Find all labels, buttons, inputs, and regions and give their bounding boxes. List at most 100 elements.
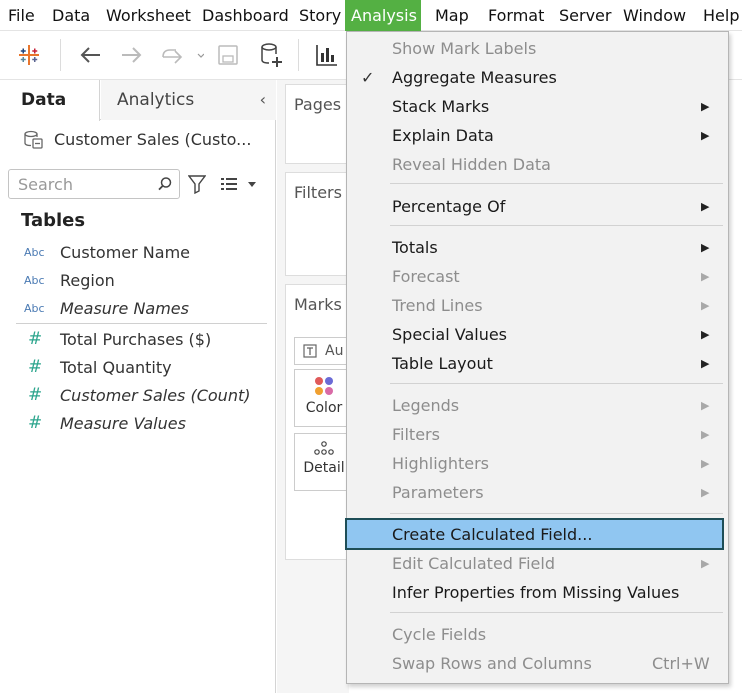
dimension-type-icon: Abc bbox=[24, 301, 45, 315]
menu-item-table-layout[interactable]: Table Layout ▶ bbox=[347, 349, 728, 378]
menu-item-label: Totals bbox=[392, 238, 438, 257]
field-label: Region bbox=[60, 270, 115, 290]
menu-item-stack-marks[interactable]: Stack Marks ▶ bbox=[347, 92, 728, 121]
pages-card: Pages bbox=[285, 84, 349, 164]
pane-tabs: Data Analytics ‹ bbox=[0, 80, 276, 121]
data-source-icon bbox=[24, 130, 43, 149]
measure-type-icon: # bbox=[28, 357, 43, 377]
menu-data[interactable]: Data bbox=[46, 0, 96, 31]
mark-type-dropdown[interactable]: Au bbox=[294, 337, 354, 365]
submenu-arrow-icon: ▶ bbox=[701, 129, 710, 142]
submenu-arrow-icon: ▶ bbox=[701, 100, 710, 113]
menu-analysis[interactable]: Analysis bbox=[345, 0, 421, 31]
search-input[interactable] bbox=[9, 170, 149, 198]
field-region[interactable]: Abc Region bbox=[24, 267, 115, 293]
menu-item-trend-lines[interactable]: Trend Lines ▶ bbox=[347, 291, 728, 320]
menu-item-highlighters[interactable]: Highlighters ▶ bbox=[347, 449, 728, 478]
menu-item-forecast[interactable]: Forecast ▶ bbox=[347, 262, 728, 291]
field-measure-names[interactable]: Abc Measure Names bbox=[24, 295, 189, 321]
data-source[interactable]: Customer Sales (Custo... bbox=[22, 126, 251, 152]
menu-item-totals[interactable]: Totals ▶ bbox=[347, 233, 728, 262]
tab-data[interactable]: Data bbox=[0, 80, 100, 121]
menu-item-label: Parameters bbox=[392, 483, 484, 502]
shortcut-label: Ctrl+W bbox=[652, 654, 710, 673]
search-icon[interactable] bbox=[157, 176, 173, 192]
field-total-purchases[interactable]: # Total Purchases ($) bbox=[24, 326, 211, 352]
submenu-arrow-icon: ▶ bbox=[701, 428, 710, 441]
chart-icon[interactable] bbox=[312, 41, 342, 69]
menu-item-explain-data[interactable]: Explain Data ▶ bbox=[347, 121, 728, 150]
menu-item-infer-properties[interactable]: Infer Properties from Missing Values bbox=[347, 578, 728, 607]
menu-format[interactable]: Format bbox=[482, 0, 550, 31]
filters-title: Filters bbox=[294, 183, 342, 202]
submenu-arrow-icon: ▶ bbox=[701, 557, 710, 570]
collapse-pane-icon[interactable]: ‹ bbox=[260, 80, 266, 120]
menu-item-swap-rows-columns[interactable]: Swap Rows and Columns Ctrl+W bbox=[347, 649, 728, 678]
menu-item-label: Cycle Fields bbox=[392, 625, 487, 644]
menu-server[interactable]: Server bbox=[553, 0, 617, 31]
shelves-column: Pages Filters Marks Au Color Detail bbox=[277, 80, 354, 693]
field-label: Total Purchases ($) bbox=[60, 329, 212, 349]
menu-item-label: Filters bbox=[392, 425, 440, 444]
menu-item-filters[interactable]: Filters ▶ bbox=[347, 420, 728, 449]
menu-item-aggregate-measures[interactable]: ✓ Aggregate Measures bbox=[347, 63, 728, 92]
menu-item-legends[interactable]: Legends ▶ bbox=[347, 391, 728, 420]
menu-item-label: Create Calculated Field... bbox=[392, 525, 593, 544]
field-measure-values[interactable]: # Measure Values bbox=[24, 410, 186, 436]
menu-item-special-values[interactable]: Special Values ▶ bbox=[347, 320, 728, 349]
menu-map[interactable]: Map bbox=[429, 0, 475, 31]
analysis-menu: Show Mark Labels ✓ Aggregate Measures St… bbox=[345, 31, 729, 684]
field-label: Measure Names bbox=[60, 298, 189, 318]
tab-analytics[interactable]: Analytics ‹ bbox=[101, 80, 276, 120]
menu-help[interactable]: Help bbox=[697, 0, 742, 31]
color-button[interactable]: Color bbox=[294, 369, 354, 427]
menu-dashboard[interactable]: Dashboard bbox=[196, 0, 295, 31]
menu-item-create-calculated-field[interactable]: Create Calculated Field... bbox=[345, 518, 724, 550]
menu-separator bbox=[390, 513, 723, 514]
menu-item-show-mark-labels[interactable]: Show Mark Labels bbox=[347, 34, 728, 63]
menu-item-label: Aggregate Measures bbox=[392, 68, 557, 87]
menu-separator bbox=[390, 383, 723, 384]
detail-button[interactable]: Detail bbox=[294, 433, 354, 491]
filters-card[interactable]: Filters bbox=[285, 172, 349, 276]
filter-icon[interactable] bbox=[188, 174, 206, 194]
menu-item-label: Table Layout bbox=[392, 354, 493, 373]
dimension-type-icon: Abc bbox=[24, 273, 45, 287]
field-total-quantity[interactable]: # Total Quantity bbox=[24, 354, 172, 380]
list-view-icon[interactable] bbox=[220, 176, 258, 192]
submenu-arrow-icon: ▶ bbox=[701, 486, 710, 499]
menu-window[interactable]: Window bbox=[617, 0, 692, 31]
menu-file[interactable]: File bbox=[2, 0, 41, 31]
back-arrow-icon[interactable] bbox=[76, 41, 104, 69]
menu-item-cycle-fields[interactable]: Cycle Fields bbox=[347, 620, 728, 649]
menu-item-reveal-hidden-data[interactable]: Reveal Hidden Data bbox=[347, 150, 728, 179]
menu-item-edit-calculated-field[interactable]: Edit Calculated Field ▶ bbox=[347, 549, 728, 578]
menu-worksheet[interactable]: Worksheet bbox=[100, 0, 197, 31]
menu-story[interactable]: Story bbox=[293, 0, 347, 31]
submenu-arrow-icon: ▶ bbox=[701, 328, 710, 341]
measure-type-icon: # bbox=[28, 385, 43, 405]
toolbar-separator bbox=[60, 39, 61, 71]
new-data-source-icon[interactable] bbox=[256, 41, 286, 69]
menu-item-parameters[interactable]: Parameters ▶ bbox=[347, 478, 728, 507]
submenu-arrow-icon: ▶ bbox=[701, 399, 710, 412]
field-customer-sales-count[interactable]: # Customer Sales (Count) bbox=[24, 382, 250, 408]
submenu-arrow-icon: ▶ bbox=[701, 241, 710, 254]
detail-icon bbox=[314, 441, 334, 455]
field-label: Total Quantity bbox=[60, 357, 172, 377]
save-icon[interactable] bbox=[214, 41, 242, 69]
menu-item-percentage-of[interactable]: Percentage Of ▶ bbox=[347, 192, 728, 221]
measure-type-icon: # bbox=[28, 329, 43, 349]
checkmark-icon: ✓ bbox=[361, 68, 375, 87]
forward-arrow-icon[interactable] bbox=[118, 41, 146, 69]
menu-item-label: Infer Properties from Missing Values bbox=[392, 583, 680, 602]
data-source-label: Customer Sales (Custo... bbox=[54, 129, 252, 149]
redo-icon[interactable] bbox=[158, 41, 206, 69]
tableau-logo-icon[interactable] bbox=[14, 41, 44, 69]
menu-item-label: Show Mark Labels bbox=[392, 39, 537, 58]
menu-item-label: Forecast bbox=[392, 267, 460, 286]
text-mark-icon bbox=[303, 344, 317, 358]
menu-separator bbox=[390, 612, 723, 613]
field-customer-name[interactable]: Abc Customer Name bbox=[24, 239, 190, 265]
data-pane: Data Analytics ‹ Customer Sales (Custo..… bbox=[0, 80, 276, 693]
